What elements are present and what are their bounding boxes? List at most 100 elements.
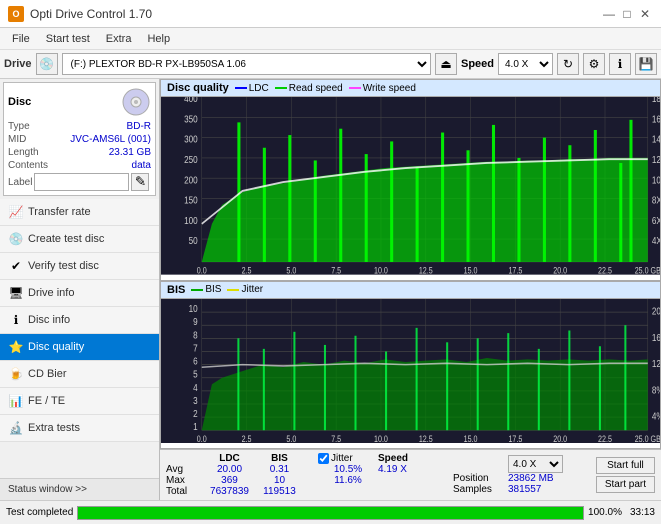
nav-transfer-rate-label: Transfer rate: [28, 206, 91, 218]
legend-bis-label: BIS: [205, 284, 221, 295]
svg-text:20%: 20%: [652, 304, 660, 316]
transfer-rate-icon: 📈: [8, 204, 24, 220]
svg-text:300: 300: [184, 134, 198, 145]
nav-disc-info-label: Disc info: [28, 314, 70, 326]
menu-help[interactable]: Help: [139, 31, 178, 47]
svg-text:12.5: 12.5: [419, 266, 433, 275]
chart2-header: BIS BIS Jitter: [161, 282, 660, 299]
nav-drive-info-label: Drive info: [28, 287, 74, 299]
position-value: 23862 MB: [508, 473, 583, 484]
disc-mid-row: MID JVC-AMS6L (001): [8, 134, 151, 145]
eject-button[interactable]: ⏏: [435, 53, 457, 75]
chart1-body: 400 350 300 250 200 150 100 50 18X 16X 1…: [161, 97, 660, 275]
nav-verify-test-disc[interactable]: ✔ Verify test disc: [0, 253, 159, 280]
menu-file[interactable]: File: [4, 31, 38, 47]
nav-transfer-rate[interactable]: 📈 Transfer rate: [0, 199, 159, 226]
svg-text:20.0: 20.0: [553, 266, 567, 275]
drive-icon-btn[interactable]: 💿: [36, 53, 58, 75]
svg-text:7: 7: [193, 341, 198, 353]
app-window: O Opti Drive Control 1.70 — □ ✕ File Sta…: [0, 0, 661, 524]
bis-legend-color: [191, 289, 203, 291]
svg-text:5.0: 5.0: [286, 434, 296, 443]
avg-ldc: 20.00: [202, 464, 257, 475]
avg-jitter: 10.5%: [318, 464, 378, 475]
svg-text:15.0: 15.0: [464, 434, 478, 443]
disc-length-value: 23.31 GB: [109, 147, 151, 158]
avg-speed: 4.19 X: [378, 464, 443, 475]
nav-create-test-disc[interactable]: 💿 Create test disc: [0, 226, 159, 253]
nav-disc-quality[interactable]: ⭐ Disc quality: [0, 334, 159, 361]
jitter-checkbox[interactable]: [318, 453, 329, 464]
svg-text:1: 1: [193, 420, 198, 432]
svg-text:350: 350: [184, 114, 198, 125]
speed-select-toolbar[interactable]: 4.0 X: [498, 53, 553, 75]
legend-ldc-label: LDC: [249, 83, 269, 94]
disc-label-edit-button[interactable]: ✎: [131, 173, 149, 191]
menu-start-test[interactable]: Start test: [38, 31, 98, 47]
stats-bar: LDC BIS Jitter Speed Avg 20.00 0.31 10.5…: [160, 449, 661, 500]
total-label: Total: [166, 486, 202, 497]
disc-length-label: Length: [8, 147, 39, 158]
info-button[interactable]: ℹ: [609, 53, 631, 75]
max-label: Max: [166, 475, 202, 486]
status-text: Test completed: [6, 507, 73, 518]
settings-button[interactable]: ⚙: [583, 53, 605, 75]
svg-text:2.5: 2.5: [242, 266, 252, 275]
total-bis: 119513: [257, 486, 302, 497]
titlebar: O Opti Drive Control 1.70 — □ ✕: [0, 0, 661, 28]
maximize-button[interactable]: □: [619, 6, 635, 22]
svg-text:7.5: 7.5: [331, 266, 341, 275]
svg-text:20.0: 20.0: [553, 434, 567, 443]
fe-te-icon: 📊: [8, 393, 24, 409]
disc-contents-row: Contents data: [8, 160, 151, 171]
disc-label-input[interactable]: [34, 173, 129, 191]
nav-extra-tests[interactable]: 🔬 Extra tests: [0, 415, 159, 442]
legend-ldc: LDC: [235, 83, 269, 94]
svg-text:2: 2: [193, 407, 198, 419]
bis-jitter-chart: BIS BIS Jitter: [160, 281, 661, 449]
speed-col-header: Speed: [378, 453, 443, 464]
minimize-button[interactable]: —: [601, 6, 617, 22]
nav-drive-info[interactable]: 🖥 Drive info: [0, 280, 159, 307]
svg-text:2.5: 2.5: [242, 434, 252, 443]
close-button[interactable]: ✕: [637, 6, 653, 22]
svg-text:5.0: 5.0: [286, 266, 296, 275]
disc-quality-icon: ⭐: [8, 339, 24, 355]
refresh-button[interactable]: ↻: [557, 53, 579, 75]
progress-fill: [78, 507, 583, 519]
svg-text:400: 400: [184, 97, 198, 104]
status-window-link[interactable]: Status window >>: [0, 478, 159, 500]
app-icon: O: [8, 6, 24, 22]
nav-cd-bier[interactable]: 🍺 CD Bier: [0, 361, 159, 388]
disc-type-row: Type BD-R: [8, 121, 151, 132]
speed-select-stats[interactable]: 4.0 X: [508, 455, 563, 473]
nav-fe-te[interactable]: 📊 FE / TE: [0, 388, 159, 415]
save-button[interactable]: 💾: [635, 53, 657, 75]
jitter-col-header: Jitter: [331, 453, 353, 464]
start-full-button[interactable]: Start full: [596, 457, 655, 474]
avg-bis: 0.31: [257, 464, 302, 475]
drive-select[interactable]: (F:) PLEXTOR BD-R PX-LB950SA 1.06: [62, 53, 431, 75]
legend-write-speed: Write speed: [349, 83, 416, 94]
ldc-header: [166, 453, 202, 464]
max-bis: 10: [257, 475, 302, 486]
svg-text:50: 50: [189, 235, 198, 246]
svg-text:100: 100: [184, 215, 198, 226]
svg-text:14X: 14X: [652, 134, 660, 145]
nav-disc-info[interactable]: ℹ Disc info: [0, 307, 159, 334]
legend-read-speed-label: Read speed: [289, 83, 343, 94]
svg-text:0.0: 0.0: [197, 266, 207, 275]
menu-extra[interactable]: Extra: [98, 31, 140, 47]
disc-type-value: BD-R: [127, 121, 151, 132]
svg-text:5: 5: [193, 367, 198, 379]
svg-text:3: 3: [193, 394, 198, 406]
svg-text:8X: 8X: [652, 195, 660, 206]
start-part-button[interactable]: Start part: [596, 476, 655, 493]
stats-grid: LDC BIS Jitter Speed Avg 20.00 0.31 10.5…: [166, 453, 443, 497]
svg-text:17.5: 17.5: [508, 434, 522, 443]
max-ldc: 369: [202, 475, 257, 486]
verify-disc-icon: ✔: [8, 258, 24, 274]
ldc-legend-color: [235, 87, 247, 89]
svg-text:16%: 16%: [652, 331, 660, 343]
nav-verify-test-disc-label: Verify test disc: [28, 260, 99, 272]
